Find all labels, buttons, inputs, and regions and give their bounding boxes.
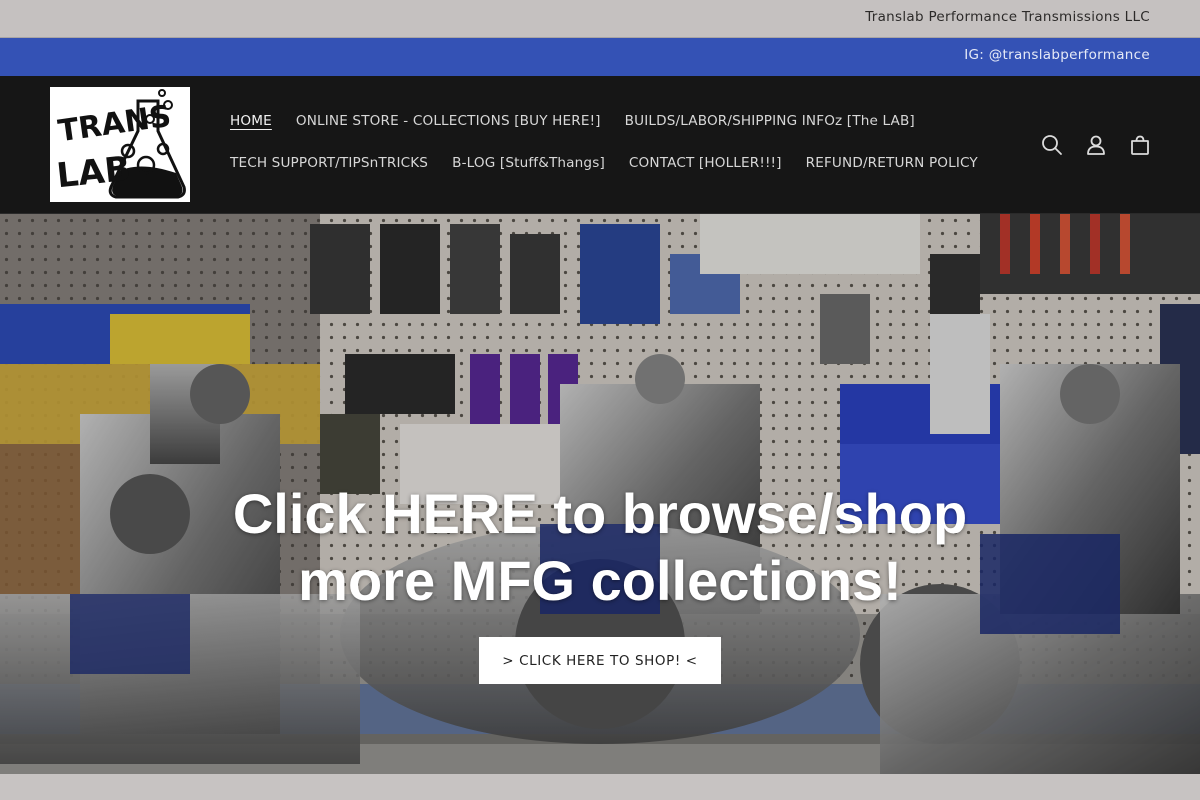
instagram-link[interactable]: IG: @translabperformance: [964, 47, 1150, 63]
nav-online-store[interactable]: ONLINE STORE - COLLECTIONS [BUY HERE!]: [284, 113, 613, 129]
hero-heading[interactable]: Click HERE to browse/shop more MFG colle…: [200, 480, 1000, 614]
account-icon[interactable]: [1074, 128, 1118, 162]
nav-refund-policy[interactable]: REFUND/RETURN POLICY: [794, 155, 990, 171]
main-nav: HOME ONLINE STORE - COLLECTIONS [BUY HER…: [218, 100, 998, 184]
announcement-bar: Translab Performance Transmissions LLC: [0, 0, 1200, 38]
logo-text-bottom: LAB: [55, 149, 133, 197]
nav-row-1: HOME ONLINE STORE - COLLECTIONS [BUY HER…: [218, 100, 998, 142]
hero-banner: Click HERE to browse/shop more MFG colle…: [0, 214, 1200, 774]
shop-button[interactable]: > CLICK HERE TO SHOP! <: [479, 637, 721, 684]
nav-home[interactable]: HOME: [218, 113, 284, 129]
site-header: TRANS LAB HOME ONLINE STORE - COLLECTION…: [0, 76, 1200, 214]
page-bottom: [0, 774, 1200, 800]
site-logo[interactable]: TRANS LAB: [50, 87, 190, 202]
nav-row-2: TECH SUPPORT/TIPSnTRICKS B-LOG [Stuff&Th…: [218, 142, 998, 184]
logo-graphic: TRANS LAB: [50, 87, 190, 202]
nav-tech-support[interactable]: TECH SUPPORT/TIPSnTRICKS: [218, 155, 440, 171]
nav-contact[interactable]: CONTACT [HOLLER!!!]: [617, 155, 794, 171]
search-icon[interactable]: [1030, 128, 1074, 162]
social-bar: IG: @translabperformance: [0, 38, 1200, 76]
cart-icon[interactable]: [1118, 128, 1162, 162]
nav-builds-labor-shipping[interactable]: BUILDS/LABOR/SHIPPING INFOz [The LAB]: [613, 113, 927, 129]
nav-blog[interactable]: B-LOG [Stuff&Thangs]: [440, 155, 617, 171]
company-name: Translab Performance Transmissions LLC: [865, 9, 1150, 25]
header-icons: [1030, 128, 1162, 162]
